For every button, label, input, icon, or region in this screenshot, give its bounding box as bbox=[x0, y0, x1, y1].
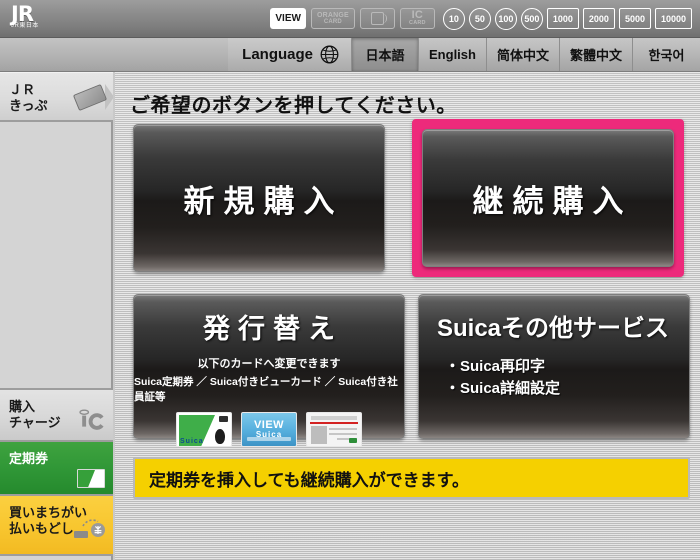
suica-services-button[interactable]: Suicaその他サービス ・Suica再印字 ・Suica詳細設定 bbox=[418, 294, 690, 439]
sidebar-item-refund-label: 買いまちがい 払いもどし bbox=[9, 505, 88, 536]
reissue-button[interactable]: 発行替え 以下のカードへ変更できます Suica定期券 ／ Suica付きビュー… bbox=[133, 294, 405, 447]
reissue-label: 発行替え bbox=[203, 314, 343, 344]
sidebar-empty-region bbox=[0, 122, 111, 390]
bill-10000: 10000 bbox=[654, 8, 692, 29]
notice-text: 定期券を挿入しても継続購入ができます。 bbox=[149, 470, 469, 490]
employee-id-card-image bbox=[306, 412, 362, 447]
coin-500: 500 bbox=[520, 7, 543, 30]
ticket-icon bbox=[72, 83, 108, 112]
sidebar-item-jr-ticket[interactable]: ＪＲ きっぷ bbox=[0, 72, 113, 122]
page-title: ご希望のボタンを押してください。 bbox=[130, 95, 457, 117]
renewal-purchase-label: 継続購入 bbox=[472, 183, 633, 219]
reissue-sub1: 以下のカードへ変更できます bbox=[197, 358, 341, 370]
language-label: Language bbox=[242, 46, 314, 63]
jr-logo-main: JR bbox=[11, 1, 34, 26]
language-option-english[interactable]: English bbox=[419, 38, 487, 71]
view-suica-card-image: VIEW Suica bbox=[241, 412, 297, 447]
notice-banner: 定期券を挿入しても継続購入ができます。 bbox=[133, 457, 690, 499]
new-purchase-label: 新規購入 bbox=[183, 183, 344, 219]
sidebar-item-commuter-pass-label: 定期券 bbox=[9, 451, 49, 466]
bill-2000: 2000 bbox=[582, 8, 615, 29]
coin-100: 100 bbox=[494, 7, 517, 30]
accepted-cards-group: VIEW ORANGE CARD IC CARD bbox=[270, 8, 435, 29]
ic-logo-icon bbox=[76, 408, 106, 435]
orange-card-label-2: CARD bbox=[323, 18, 342, 25]
view-card-icon: VIEW bbox=[270, 8, 306, 29]
language-label-group: Language bbox=[228, 38, 353, 71]
view-card-label: VIEW bbox=[275, 13, 301, 24]
reissue-card-images: Suica VIEW Suica bbox=[176, 412, 362, 447]
suica-services-bullet-list: ・Suica再印字 ・Suica詳細設定 bbox=[445, 356, 560, 400]
new-purchase-button[interactable]: 新規購入 bbox=[133, 124, 385, 272]
ticket-machine-screen: JR JR東日本 VIEW ORANGE CARD IC CARD 10 50 … bbox=[0, 0, 700, 560]
language-option-japanese[interactable]: 日本語 bbox=[352, 38, 420, 71]
sidebar-item-commuter-pass[interactable]: 定期券 bbox=[0, 442, 113, 496]
suica-services-bullet-1: ・Suica再印字 bbox=[445, 358, 546, 375]
jr-east-logo: JR JR東日本 bbox=[11, 1, 67, 34]
coin-10: 10 bbox=[442, 7, 465, 30]
ic-card-label-2: CARD bbox=[409, 20, 426, 26]
language-bar: Language 日本語 English 简体中文 繁體中文 한국어 bbox=[0, 38, 700, 72]
orange-card-icon: ORANGE CARD bbox=[310, 8, 355, 29]
sidebar: ＪＲ きっぷ 購入 チャージ 定期券 買いまちがい 払いもどし bbox=[0, 72, 113, 560]
accepted-denominations-group: 10 50 100 500 1000 2000 5000 10000 bbox=[442, 7, 692, 30]
suica-card-image: Suica bbox=[176, 412, 232, 447]
id-glyph-icon bbox=[370, 12, 387, 25]
language-option-simplified-chinese[interactable]: 简体中文 bbox=[486, 38, 560, 71]
globe-icon bbox=[320, 45, 339, 64]
suica-services-label: Suicaその他サービス bbox=[437, 315, 670, 342]
renewal-purchase-button[interactable]: 継続購入 bbox=[422, 129, 674, 267]
reissue-sub2: Suica定期券 ／ Suica付きビューカード ／ Suica付き社員証等 bbox=[134, 376, 398, 403]
orange-card-label-1: ORANGE bbox=[316, 11, 349, 19]
sidebar-item-jr-ticket-label: ＪＲ きっぷ bbox=[9, 82, 48, 113]
suica-card-label: Suica bbox=[180, 438, 204, 445]
jr-logo-sub: JR東日本 bbox=[11, 22, 39, 29]
commuter-pass-icon bbox=[77, 469, 105, 488]
main-panel: ご希望のボタンを押してください。 新規購入 継続購入 発行替え 以下のカードへ変… bbox=[115, 72, 700, 560]
top-status-bar: JR JR東日本 VIEW ORANGE CARD IC CARD 10 50 … bbox=[0, 0, 700, 38]
ic-card-label-1: IC bbox=[411, 9, 424, 21]
language-option-traditional-chinese[interactable]: 繁體中文 bbox=[559, 38, 633, 71]
coin-50: 50 bbox=[468, 7, 491, 30]
sidebar-item-purchase-charge[interactable]: 購入 チャージ bbox=[0, 390, 113, 442]
ic-card-icon: IC CARD bbox=[399, 8, 435, 29]
language-option-korean[interactable]: 한국어 bbox=[633, 38, 700, 71]
id-card-icon bbox=[359, 8, 395, 29]
suica-services-bullet-2: ・Suica詳細設定 bbox=[445, 380, 561, 397]
bill-5000: 5000 bbox=[618, 8, 651, 29]
sidebar-item-refund[interactable]: 買いまちがい 払いもどし bbox=[0, 496, 113, 556]
bill-1000: 1000 bbox=[546, 8, 579, 29]
sidebar-item-purchase-charge-label: 購入 チャージ bbox=[9, 399, 61, 430]
